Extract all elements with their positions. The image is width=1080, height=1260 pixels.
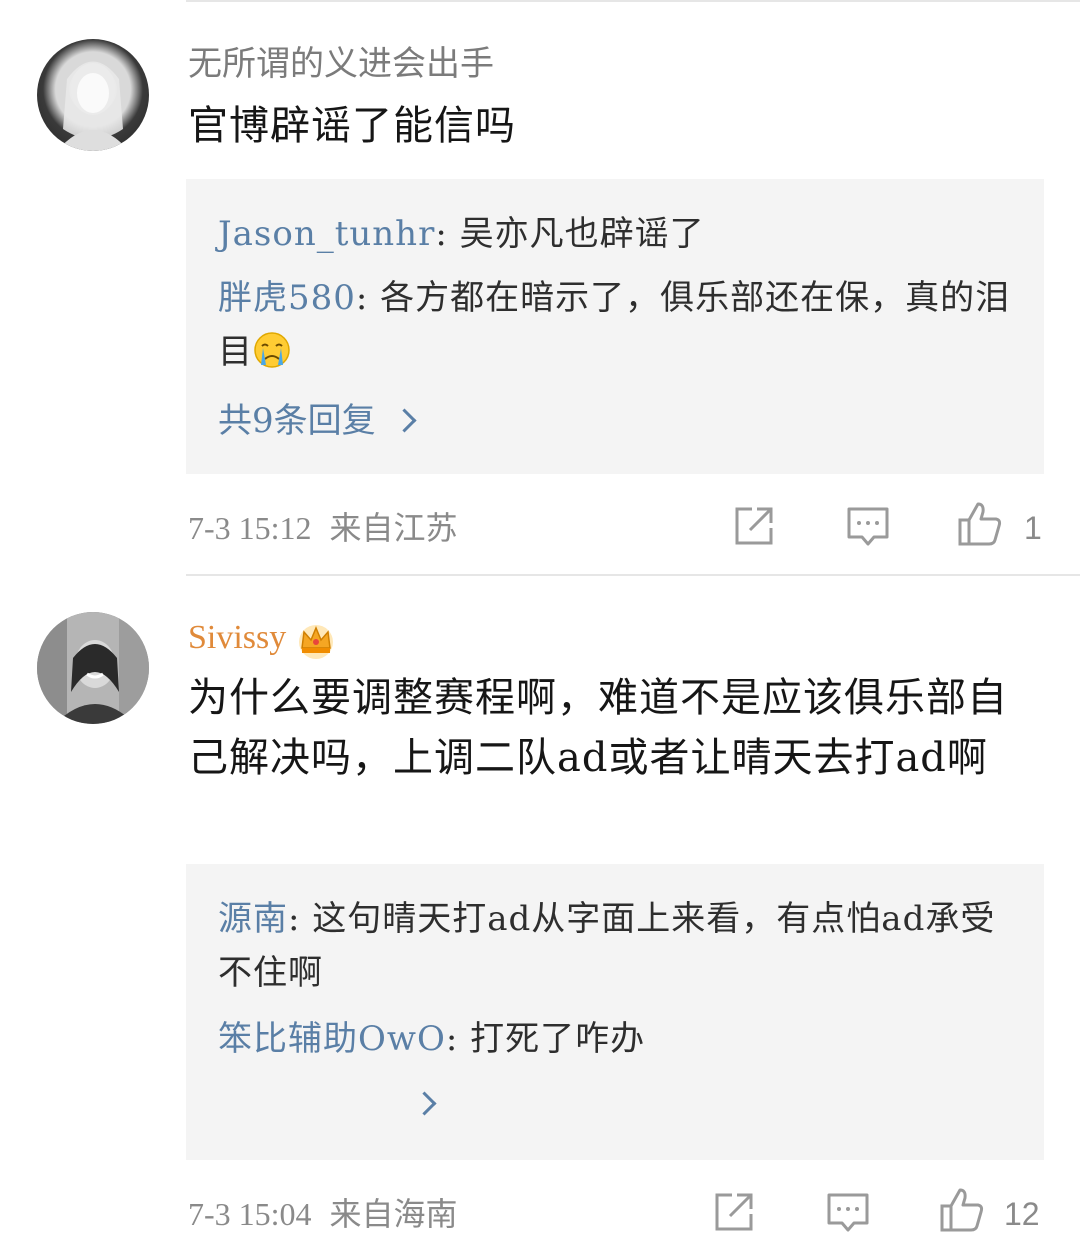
like-count: 12 (1004, 1196, 1040, 1232)
comment-item: 无所谓的义进会出手 官博辟谣了能信吗 Jason_tunhr: 吴亦凡也辟谣了 … (0, 0, 1080, 576)
timestamp: 7-3 15:04 (188, 1196, 312, 1232)
reply-colon: : (445, 1019, 471, 1059)
reply-author[interactable]: Jason_tunhr (218, 214, 435, 254)
reply-item: 胖虎580: 各方都在暗示了，俱乐部还在保，真的泪目 (218, 271, 1018, 379)
username-row: Sivissy (188, 618, 336, 660)
more-replies-link[interactable] (396, 1084, 437, 1124)
comment-text: 官博辟谣了能信吗 (188, 103, 516, 149)
share-button[interactable] (712, 1190, 756, 1234)
location: 来自江苏 (329, 510, 458, 546)
reply-author[interactable]: 源南 (218, 899, 288, 939)
crying-face-emoji (253, 331, 291, 369)
comment-text: 为什么要调整赛程啊，难道不是应该俱乐部自己解决吗，上调二队ad或者让晴天去打ad… (188, 675, 1008, 781)
share-button[interactable] (732, 504, 776, 548)
username[interactable]: 无所谓的义进会出手 (188, 44, 494, 84)
reply-text: 这句晴天打ad从字面上来看，有点怕ad承受不住啊 (218, 899, 996, 993)
reply-colon: : (288, 899, 313, 939)
reply-item: 笨比辅助OwO: 打死了咋办 (218, 1012, 1018, 1066)
share-icon (715, 1193, 753, 1231)
reply-item: Jason_tunhr: 吴亦凡也辟谣了 (218, 207, 1018, 261)
avatar[interactable] (37, 612, 149, 724)
reply-item: 源南: 这句晴天打ad从字面上来看，有点怕ad承受不住啊 (218, 892, 1018, 1000)
username[interactable]: Sivissy (188, 619, 286, 656)
share-icon (735, 507, 773, 545)
chevron-right-icon (392, 407, 417, 433)
reply-box[interactable]: 源南: 这句晴天打ad从字面上来看，有点怕ad承受不住啊 笨比辅助OwO: 打死… (186, 864, 1044, 1160)
more-replies-label: 共9条回复 (218, 401, 376, 441)
reply-box[interactable]: Jason_tunhr: 吴亦凡也辟谣了 胖虎580: 各方都在暗示了，俱乐部还… (186, 179, 1044, 474)
comment-item: Sivissy 为什么要调整赛程啊，难道不是应该俱乐部自己解决吗，上调二队ad或… (0, 576, 1080, 1260)
like-button[interactable] (956, 500, 1004, 548)
chevron-right-icon (412, 1090, 437, 1116)
reply-colon: : (355, 278, 381, 318)
comment-icon (827, 1193, 869, 1232)
like-count: 1 (1024, 510, 1042, 546)
timestamp: 7-3 15:12 (188, 510, 312, 546)
reply-colon: : (435, 214, 460, 254)
reply-text: 打死了咋办 (470, 1019, 646, 1059)
reply-author[interactable]: 胖虎580 (218, 278, 356, 318)
reply-text: 吴亦凡也辟谣了 (459, 214, 705, 254)
comment-meta: 7-3 15:04 来自海南 (188, 1194, 458, 1234)
more-replies-link[interactable]: 共9条回复 (218, 401, 417, 441)
comment-button[interactable] (846, 505, 890, 549)
thumbs-up-icon (958, 502, 1002, 546)
avatar[interactable] (37, 39, 149, 151)
like-button[interactable] (938, 1186, 986, 1234)
comment-meta: 7-3 15:12 来自江苏 (188, 508, 458, 548)
reply-author[interactable]: 笨比辅助OwO (218, 1019, 446, 1059)
comment-icon (847, 507, 889, 546)
thumbs-up-icon (940, 1188, 984, 1232)
crown-icon (296, 620, 336, 660)
comment-button[interactable] (826, 1191, 870, 1235)
location: 来自海南 (329, 1196, 458, 1232)
